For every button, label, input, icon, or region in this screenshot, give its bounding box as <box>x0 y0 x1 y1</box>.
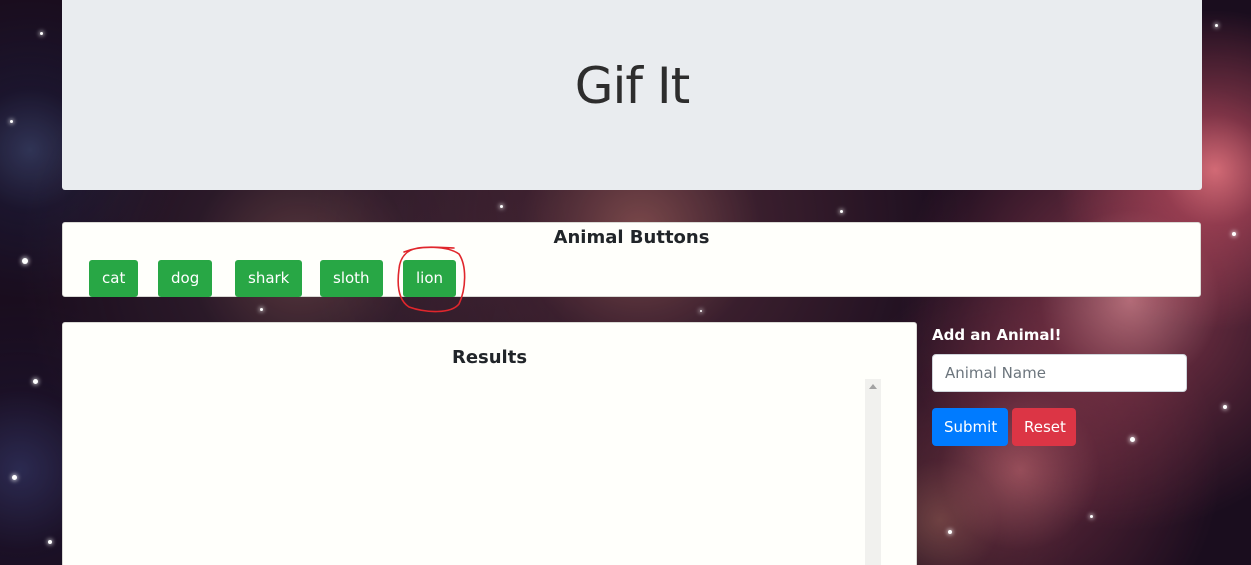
submit-button[interactable]: Submit <box>932 408 1008 446</box>
header-jumbotron: Gif It <box>62 0 1202 190</box>
star <box>10 120 13 123</box>
animal-buttons-panel: Animal Buttons cat dog shark sloth lion <box>62 222 1201 297</box>
results-panel: Results <box>62 322 917 565</box>
animal-button-dog[interactable]: dog <box>158 260 213 297</box>
star <box>48 540 52 544</box>
results-scroll-area[interactable] <box>80 379 880 565</box>
add-animal-form: Add an Animal! Submit Reset <box>932 322 1192 446</box>
star <box>948 530 952 534</box>
results-scrollbar[interactable] <box>865 379 881 565</box>
star <box>40 32 43 35</box>
animal-buttons-title: Animal Buttons <box>553 227 710 248</box>
reset-button[interactable]: Reset <box>1012 408 1076 446</box>
animal-name-input[interactable] <box>932 354 1187 392</box>
add-animal-label: Add an Animal! <box>932 326 1062 344</box>
animal-button-sloth[interactable]: sloth <box>320 260 383 297</box>
star <box>700 310 702 312</box>
page-title: Gif It <box>574 57 690 115</box>
star <box>1223 405 1227 409</box>
star <box>1215 24 1218 27</box>
star <box>1130 437 1135 442</box>
animal-button-shark[interactable]: shark <box>235 260 303 297</box>
animal-button-lion[interactable]: lion <box>403 260 457 297</box>
star <box>33 379 38 384</box>
star <box>22 258 28 264</box>
star <box>12 475 17 480</box>
animal-button-cat[interactable]: cat <box>89 260 139 297</box>
star <box>1232 232 1236 236</box>
scroll-up-arrow-icon[interactable] <box>869 384 877 389</box>
star <box>260 308 263 311</box>
star <box>840 210 843 213</box>
results-title: Results <box>451 347 528 368</box>
page-background: { "header": { "title": "Gif It" }, "anim… <box>0 0 1251 565</box>
star <box>500 205 503 208</box>
star <box>1090 515 1093 518</box>
